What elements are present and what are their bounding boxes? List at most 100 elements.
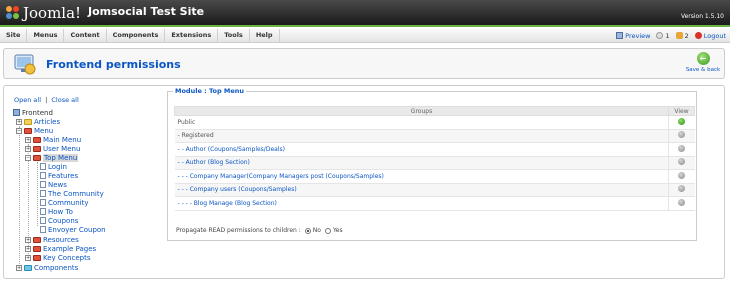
tree-node-menu[interactable]: − Menu [16, 126, 53, 135]
menu-components[interactable]: Components [107, 29, 166, 43]
tree-node-news[interactable]: News [40, 180, 67, 189]
propagate-no-label: No [312, 227, 321, 234]
tree-node-login[interactable]: Login [40, 162, 67, 171]
expand-icon[interactable]: + [16, 118, 22, 125]
tree-node-key-concepts[interactable]: + Key Concepts [25, 253, 91, 262]
tree-node-label: Main Menu [43, 135, 82, 144]
collapse-icon[interactable]: − [16, 127, 22, 134]
group-name: - - - Company Manager(Company Managers p… [174, 169, 669, 184]
group-name: - - Author (Blog Section) [174, 156, 669, 170]
module-legend: Module : Top Menu [173, 87, 247, 95]
users-count: 2 [684, 31, 689, 40]
menu-extensions[interactable]: Extensions [165, 29, 219, 43]
menu-menus[interactable]: Menus [27, 29, 65, 43]
view-toggle[interactable] [668, 169, 695, 184]
tree-node-label: User Menu [43, 144, 81, 153]
tree-node-community[interactable]: Community [40, 198, 89, 207]
tree-controls: Open all | Close all [14, 96, 154, 104]
tree-node-label: Components [34, 263, 79, 272]
page-icon [40, 190, 46, 197]
tree-node-how-to[interactable]: How To [40, 207, 73, 216]
site-root-icon [13, 109, 20, 116]
groups-column-header: Groups [174, 106, 669, 116]
view-toggle[interactable] [668, 156, 695, 170]
logout-link[interactable]: Logout [694, 31, 726, 40]
page-icon [40, 163, 46, 170]
view-toggle[interactable] [668, 142, 695, 157]
tree-node-label: Articles [34, 117, 61, 126]
tree-node-the-community[interactable]: The Community [40, 189, 104, 198]
menu-help[interactable]: Help [250, 29, 280, 43]
view-toggle[interactable] [668, 115, 695, 130]
messages-link[interactable]: 1 [656, 32, 670, 40]
preview-label: Preview [625, 31, 651, 40]
view-toggle[interactable] [668, 129, 695, 143]
propagate-yes-label: Yes [332, 227, 343, 234]
open-all-link[interactable]: Open all [14, 96, 41, 104]
tree-node-label: Menu [34, 126, 54, 135]
tree-node-articles[interactable]: + Articles [16, 117, 60, 126]
logout-icon [694, 32, 702, 39]
tree-node-label: Key Concepts [43, 253, 91, 262]
table-row: - - - Company Manager(Company Managers p… [174, 169, 695, 184]
menu-content[interactable]: Content [64, 29, 107, 43]
table-row: - - Author (Coupons/Samples/Deals) [174, 142, 695, 157]
tree-node-user-menu[interactable]: + User Menu [25, 144, 80, 153]
group-name: - - Author (Coupons/Samples/Deals) [174, 142, 669, 157]
group-name: - Registered [174, 129, 669, 143]
tree-node-main-menu[interactable]: + Main Menu [25, 135, 81, 144]
menu-site[interactable]: Site [0, 29, 28, 43]
expand-icon[interactable]: + [25, 245, 31, 252]
tree-node-label: Envoyer Coupon [48, 225, 106, 234]
site-title: Jomsocial Test Site [88, 5, 205, 18]
inherited-icon [678, 144, 686, 152]
inherited-icon [678, 158, 686, 166]
inherited-icon [678, 198, 686, 206]
view-toggle[interactable] [668, 196, 695, 211]
table-row: Public [174, 115, 695, 130]
page-title: Frontend permissions [46, 58, 181, 71]
admin-header: Joomla! Jomsocial Test Site Version 1.5.… [0, 0, 730, 27]
table-row: - - - - Blog Manage (Blog Section) [174, 196, 695, 211]
expand-icon[interactable]: + [25, 145, 31, 152]
expand-icon[interactable]: + [25, 236, 31, 243]
messages-icon [656, 32, 664, 39]
expand-icon[interactable]: + [16, 264, 22, 271]
tree-node-frontend[interactable]: Frontend [13, 108, 53, 117]
preview-link[interactable]: Preview [616, 32, 650, 40]
folder-icon [33, 154, 41, 161]
tree-node-example-pages[interactable]: + Example Pages [25, 244, 96, 253]
group-name: Public [174, 115, 669, 130]
logout-label: Logout [703, 31, 726, 40]
tree-node-envoyer-coupon[interactable]: Envoyer Coupon [40, 225, 106, 234]
tree-node-coupons[interactable]: Coupons [40, 216, 78, 225]
users-icon [675, 32, 683, 39]
tree-node-label: News [48, 180, 67, 189]
folder-icon [24, 127, 32, 134]
page-icon [40, 199, 46, 206]
tree-node-top-menu[interactable]: − Top Menu [25, 153, 79, 162]
propagate-no-radio[interactable] [304, 227, 311, 234]
tree-node-label: Top Menu [43, 153, 79, 162]
group-name: - - - Company users (Coupons/Samples) [174, 183, 669, 197]
expand-icon[interactable]: + [25, 136, 31, 143]
version-label: Version 1.5.10 [680, 13, 724, 20]
close-all-link[interactable]: Close all [51, 96, 78, 104]
folder-icon [33, 245, 41, 252]
permissions-table: Groups View Public - Registered - - Auth… [174, 106, 695, 211]
tree-node-resources[interactable]: + Resources [25, 235, 79, 244]
joomla-logo-icon [6, 6, 20, 20]
menu-tools[interactable]: Tools [218, 29, 250, 43]
collapse-icon[interactable]: − [25, 154, 31, 161]
expand-icon[interactable]: + [25, 254, 31, 261]
frontend-permissions-icon [13, 52, 37, 76]
tree-links-separator: | [45, 96, 48, 104]
table-row: - - - Company users (Coupons/Samples) [174, 183, 695, 197]
view-toggle[interactable] [668, 183, 695, 197]
tree-node-components[interactable]: + Components [16, 263, 78, 272]
users-link[interactable]: 2 [675, 31, 689, 40]
propagate-yes-radio[interactable] [324, 227, 331, 234]
save-and-back-button[interactable]: ← Save & back [685, 52, 721, 73]
inherited-icon [678, 185, 686, 193]
tree-node-features[interactable]: Features [40, 171, 78, 180]
